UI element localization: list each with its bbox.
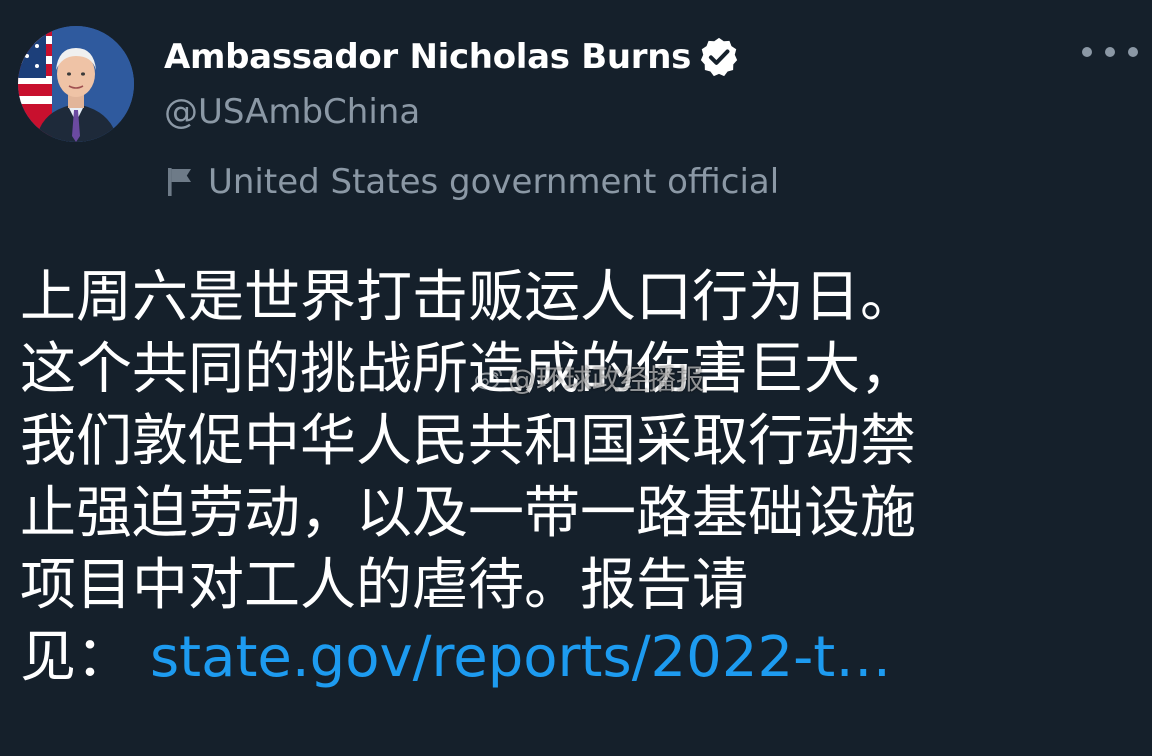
tweet-text-line: 上周六是世界打击贩运人口行为日。 [20,265,916,330]
display-name-row[interactable]: Ambassador Nicholas Burns [164,32,741,82]
verified-badge-icon [700,37,738,77]
tweet-text-line: 止强迫劳动，以及一带一路基础设施 [20,481,916,546]
more-dots-icon [1082,47,1092,57]
avatar[interactable] [18,26,134,142]
avatar-image [18,26,134,142]
more-dots-icon [1128,47,1138,57]
user-handle[interactable]: @USAmbChina [164,92,420,132]
tweet-text: 上周六是世界打击贩运人口行为日。 这个共同的挑战所造成的伤害巨大， 我们敦促中华… [20,262,1120,694]
display-name[interactable]: Ambassador Nicholas Burns [164,37,691,77]
flag-icon [168,168,191,196]
more-options-button[interactable] [1082,36,1138,68]
account-label: United States government official [166,160,779,204]
tweet-link[interactable]: state.gov/reports/2022-t… [150,625,891,690]
account-label-text: United States government official [208,162,780,202]
tweet-text-line: 我们敦促中华人民共和国采取行动禁 [20,409,916,474]
watermark: @环球政经播报 [474,358,704,398]
watermark-text: @环球政经播报 [508,363,705,396]
tweet-card: Ambassador Nicholas Burns @USAmbChina Un… [0,0,1152,756]
weibo-logo-icon [475,368,502,390]
more-dots-icon [1105,47,1115,57]
tweet-text-line-last: 见： state.gov/reports/2022-t… [20,622,1120,694]
tweet-text-prefix: 见： [20,625,132,690]
tweet-text-line: 项目中对工人的虐待。报告请 [20,553,748,618]
